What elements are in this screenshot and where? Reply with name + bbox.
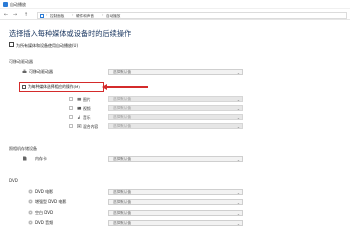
dvd-audio-dropdown[interactable]: 选择默认值 ⌄ xyxy=(108,220,243,226)
subtype-pictures-label: 图片 xyxy=(83,96,91,102)
breadcrumb-item-control-panel[interactable]: 控制面板 xyxy=(50,14,64,19)
chevron-down-icon: ⌄ xyxy=(236,69,240,75)
mixed-content-icon xyxy=(77,123,82,128)
window-title: 自动播放 xyxy=(10,1,26,7)
mixed-content-dropdown[interactable]: 选择默认值 ⌄ xyxy=(108,123,243,129)
subtype-music-checkbox[interactable] xyxy=(69,115,73,119)
subtype-music-label: 音乐 xyxy=(83,114,91,120)
blank-dvd-label: 空白 DVD xyxy=(35,210,54,216)
chevron-down-icon: ⌄ xyxy=(236,199,240,205)
music-dropdown[interactable]: 选择默认值 ⌄ xyxy=(108,114,243,120)
page-title: 选择插入每种媒体或设备时的后续操作 xyxy=(9,29,132,38)
memory-card-label: 内存卡 xyxy=(35,156,47,162)
videos-icon xyxy=(77,106,82,110)
pictures-icon xyxy=(77,97,82,101)
dvd-disc-icon xyxy=(28,199,33,204)
music-icon xyxy=(77,114,80,119)
dvd-disc-icon xyxy=(28,189,33,194)
chevron-down-icon: ⌄ xyxy=(236,105,240,111)
arrow-right-icon: → xyxy=(12,12,18,18)
pictures-dropdown[interactable]: 选择默认值 ⌄ xyxy=(108,96,243,102)
control-panel-icon xyxy=(40,13,44,18)
arrow-left-icon: ← xyxy=(3,12,9,18)
subtype-videos-label: 视频 xyxy=(83,105,91,111)
breadcrumb-item-hardware-sound[interactable]: 硬件和声音 xyxy=(76,14,94,19)
subtype-videos-checkbox[interactable] xyxy=(69,106,73,110)
videos-dropdown[interactable]: 选择默认值 ⌄ xyxy=(108,105,243,111)
chevron-down-icon: ⌄ xyxy=(236,220,240,226)
chevron-down-icon: ⌄ xyxy=(236,96,240,102)
enhanced-dvd-dropdown[interactable]: 选择默认值 ⌄ xyxy=(108,199,243,205)
forward-button[interactable]: → xyxy=(12,12,18,18)
chevron-down-icon: ⌄ xyxy=(236,156,240,162)
memory-card-icon xyxy=(23,156,27,161)
chevron-down-icon: ⌄ xyxy=(236,123,240,129)
dvd-audio-label: DVD 音频 xyxy=(35,220,54,226)
use-autoplay-checkbox[interactable] xyxy=(9,42,14,47)
up-button[interactable]: ↑ xyxy=(23,12,29,18)
annotation-arrow-head xyxy=(102,84,107,90)
title-bar: 自动播放 xyxy=(0,0,350,9)
chevron-down-icon: ⌄ xyxy=(236,210,240,216)
removable-drive-dropdown[interactable]: 选择默认值 ⌄ xyxy=(108,69,243,75)
per-media-label[interactable]: 为每种媒体选择相应的操作(M) xyxy=(28,84,80,90)
per-media-checkbox[interactable] xyxy=(22,85,26,89)
section-removable-drives: 可移动驱动器 xyxy=(9,59,33,64)
removable-drive-label: 可移动驱动器 xyxy=(29,69,53,75)
autoplay-app-icon xyxy=(3,2,8,7)
breadcrumb-item-autoplay[interactable]: 自动播放 xyxy=(106,14,120,19)
dvd-movie-label: DVD 电影 xyxy=(35,189,54,195)
arrow-up-icon: ↑ xyxy=(23,12,29,18)
breadcrumb[interactable]: › 控制面板 › 硬件和声音 › 自动播放 xyxy=(37,11,347,19)
chevron-down-icon: ⌄ xyxy=(236,114,240,120)
blank-dvd-dropdown[interactable]: 选择默认值 ⌄ xyxy=(108,210,243,216)
enhanced-dvd-label: 增强型 DVD 电影 xyxy=(35,199,67,205)
subtype-mixed-checkbox[interactable] xyxy=(69,124,73,128)
back-button[interactable]: ← xyxy=(3,12,9,18)
dvd-disc-icon xyxy=(28,210,33,215)
memory-card-dropdown[interactable]: 选择默认值 ⌄ xyxy=(108,156,243,162)
section-camera-storage: 照相机存储设备 xyxy=(9,146,37,151)
section-dvd: DVD xyxy=(9,178,18,183)
dvd-disc-icon xyxy=(28,220,33,225)
annotation-arrow xyxy=(104,86,148,88)
dvd-movie-dropdown[interactable]: 选择默认值 ⌄ xyxy=(108,189,243,195)
usb-drive-icon xyxy=(22,69,27,73)
subtype-mixed-label: 混合内容 xyxy=(83,123,99,129)
use-autoplay-label[interactable]: 为所有媒体和设备使用自动播放(U) xyxy=(16,43,78,49)
chevron-down-icon: ⌄ xyxy=(236,189,240,195)
address-bar: ← → ↑ › 控制面板 › 硬件和声音 › 自动播放 xyxy=(0,10,350,20)
subtype-pictures-checkbox[interactable] xyxy=(69,97,73,101)
